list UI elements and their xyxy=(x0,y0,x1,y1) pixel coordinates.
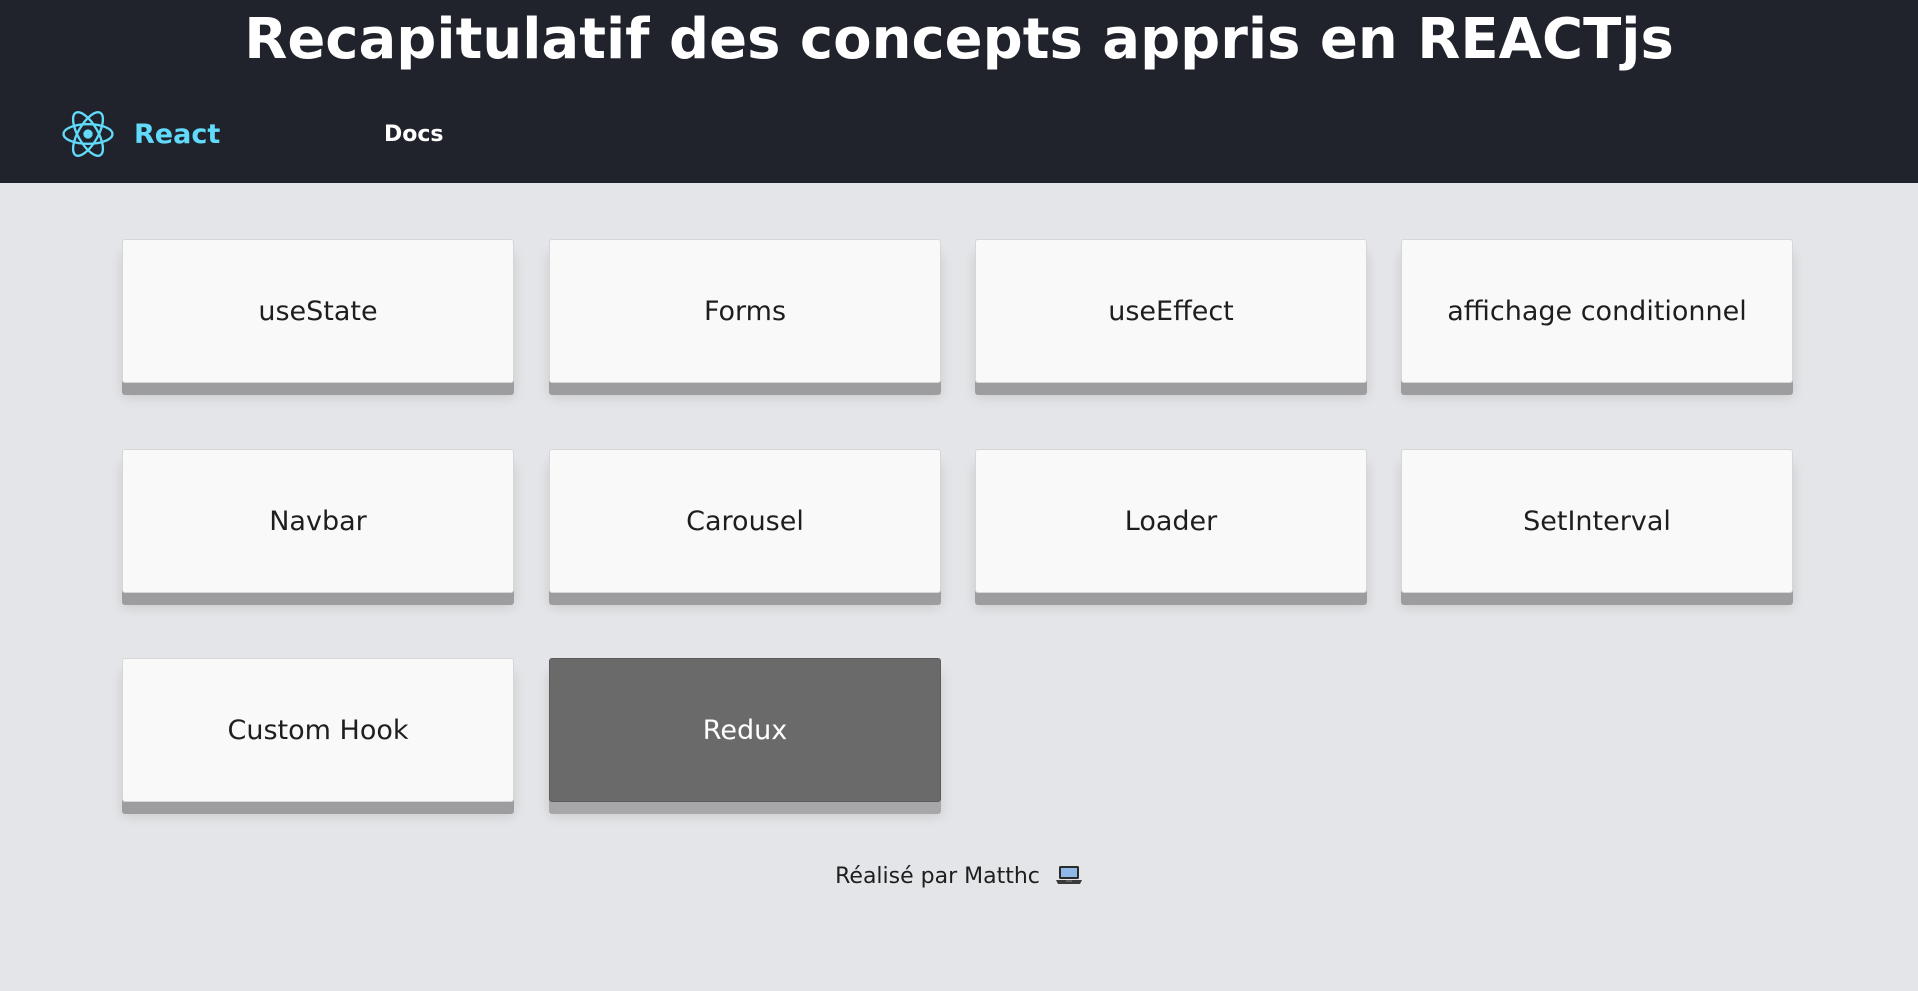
nav-link-docs[interactable]: Docs xyxy=(384,122,444,147)
card-loader[interactable]: Loader xyxy=(975,449,1367,593)
brand-name: React xyxy=(134,118,221,150)
laptop-icon xyxy=(1055,866,1082,884)
card-forms[interactable]: Forms xyxy=(549,239,941,383)
react-atom-icon xyxy=(62,111,114,157)
top-header: Recapitulatif des concepts appris en REA… xyxy=(0,0,1918,183)
card-redux[interactable]: Redux xyxy=(549,658,941,802)
card-useeffect[interactable]: useEffect xyxy=(975,239,1367,383)
card-label: SetInterval xyxy=(1523,505,1671,537)
card-label: affichage conditionnel xyxy=(1447,295,1747,327)
card-setinterval[interactable]: SetInterval xyxy=(1401,449,1793,593)
card-custom-hook[interactable]: Custom Hook xyxy=(122,658,514,802)
card-label: Forms xyxy=(703,295,787,327)
card-label: useState xyxy=(258,295,378,327)
card-label: Loader xyxy=(1124,505,1218,537)
brand-link[interactable]: React xyxy=(60,104,220,164)
card-carousel[interactable]: Carousel xyxy=(549,449,941,593)
card-usestate[interactable]: useState xyxy=(122,239,514,383)
card-affichage-conditionnel[interactable]: affichage conditionnel xyxy=(1401,239,1793,383)
card-label: Carousel xyxy=(686,505,804,537)
card-navbar[interactable]: Navbar xyxy=(122,449,514,593)
footer-credit: Réalisé par Matthc xyxy=(835,864,1040,889)
card-label: Redux xyxy=(702,714,788,746)
card-label: Custom Hook xyxy=(227,714,409,746)
card-label: useEffect xyxy=(1108,295,1234,327)
page-title: Recapitulatif des concepts appris en REA… xyxy=(244,7,1674,72)
card-label: Navbar xyxy=(269,505,367,537)
footer: Réalisé par Matthc xyxy=(0,864,1918,889)
